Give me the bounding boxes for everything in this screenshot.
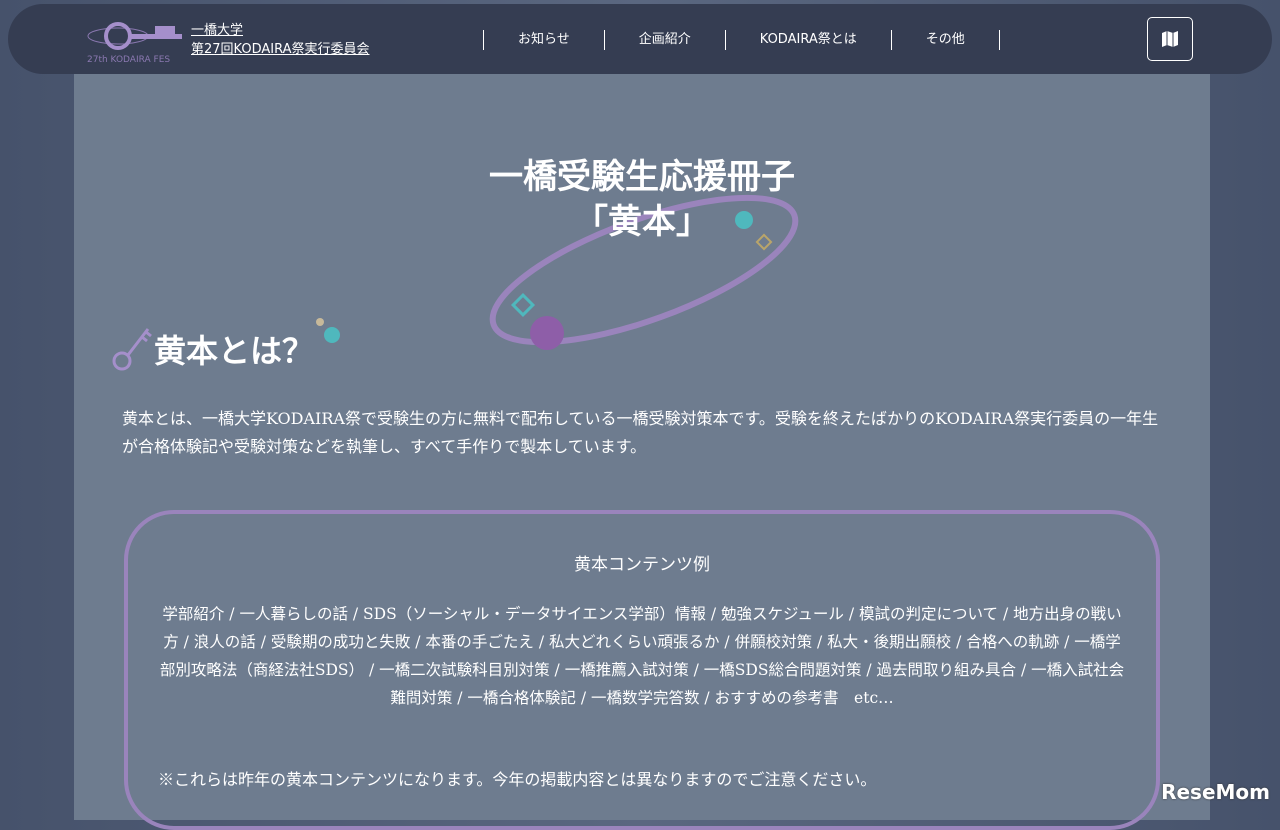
section-heading: 黄本とは？ [154,332,315,370]
map-icon [1162,31,1178,47]
contents-list: 学部紹介 / 一人暮らしの話 / SDS（ソーシャル・データサイエンス学部）情報… [159,605,1125,707]
box-title: 黄本コンテンツ例 [574,555,710,575]
nav-events[interactable]: 企画紹介 [603,30,725,50]
org-line2[interactable]: 第27回KODAIRA祭実行委員会 [191,40,370,59]
watermark-logo: ReseMom [1161,780,1270,804]
nav-other[interactable]: その他 [890,30,1000,50]
main-nav: お知らせ 企画紹介 KODAIRA祭とは その他 [483,30,1000,50]
main-content: 一橋受験生応援冊子 「黄本」 黄本とは？ 黄本とは、一橋大学KODAIRA祭で受… [74,60,1210,830]
org-line1[interactable]: 一橋大学 [191,21,370,40]
organization-link[interactable]: 一橋大学 第27回KODAIRA祭実行委員会 [191,21,370,59]
title-line2: 「黄本」 [574,202,710,242]
title-line1: 一橋受験生応援冊子 [489,157,795,197]
nav-news[interactable]: お知らせ [483,30,604,50]
map-button[interactable] [1147,17,1193,61]
page-title: 一橋受験生応援冊子 「黄本」 [74,155,1210,245]
site-logo[interactable]: 27th KODAIRA FES [83,16,188,66]
intro-text: 黄本とは、一橋大学KODAIRA祭で受験生の方に無料で配布している一橋受験対策本… [122,409,1159,456]
contents-box: 黄本コンテンツ例 学部紹介 / 一人暮らしの話 / SDS（ソーシャル・データサ… [124,510,1160,830]
logo-text: 27th KODAIRA FES [87,55,170,65]
site-header: 27th KODAIRA FES 一橋大学 第27回KODAIRA祭実行委員会 … [8,4,1272,74]
disclaimer-note: ※これらは昨年の黄本コンテンツになります。今年の掲載内容とは異なりますのでご注意… [158,770,877,789]
nav-about[interactable]: KODAIRA祭とは [724,30,891,50]
